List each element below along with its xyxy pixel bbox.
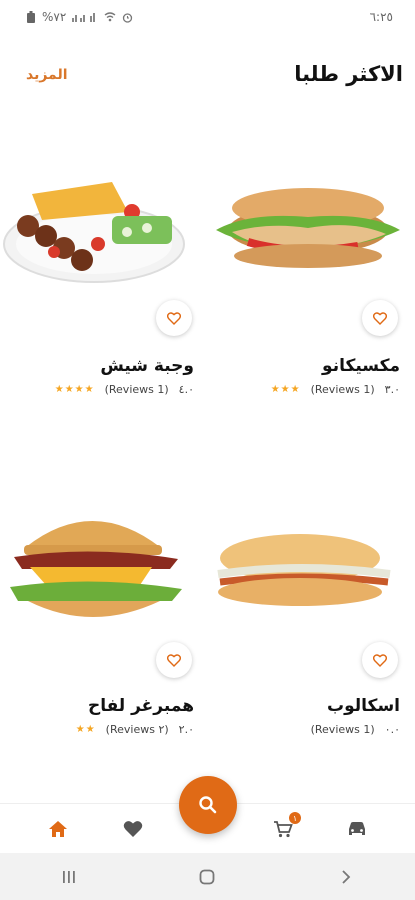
product-rating: ٠.٠ (1 Reviews) (301, 723, 400, 736)
chevron-right-icon (342, 869, 351, 884)
status-time: ٦:٢٥ (369, 10, 393, 24)
escalope-sandwich-image (217, 534, 391, 606)
star-rating: ★★ (75, 724, 96, 735)
section-title: الاكثر طلبا (294, 62, 403, 86)
sandwich-image (216, 188, 400, 268)
shish-platter-image (3, 182, 185, 283)
product-rating: ٤.٠ (1 Reviews) ★★★★ (55, 383, 194, 396)
wifi-icon (104, 12, 116, 22)
product-card[interactable]: همبرغر لفاح ٢.٠ (٢ Reviews) ★★ (2, 500, 202, 746)
search-icon (199, 796, 217, 814)
product-name: همبرغر لفاح (87, 696, 194, 716)
see-more-link[interactable]: المزيد (26, 67, 68, 83)
cart-badge: ١ (289, 812, 301, 824)
status-bar: %٧٢ ٦:٢٥ (0, 0, 415, 34)
review-count: (1 Reviews) (310, 383, 375, 396)
recent-apps-button[interactable] (49, 862, 89, 892)
review-count: (1 Reviews) (310, 723, 375, 736)
product-name: اسكالوب (327, 696, 400, 716)
favorite-button[interactable] (156, 642, 192, 678)
battery-percent: %٧٢ (42, 10, 67, 24)
nav-favorites[interactable] (121, 817, 145, 841)
product-name: وجبة شيش (100, 356, 194, 376)
section-header: الاكثر طلبا المزيد (0, 62, 415, 92)
review-count: (1 Reviews) (104, 383, 169, 396)
car-icon (349, 822, 365, 835)
rating-value: ٢.٠ (178, 723, 194, 736)
favorite-button[interactable] (362, 300, 398, 336)
search-button[interactable] (179, 776, 237, 834)
star-rating: ★★★★ (54, 384, 95, 395)
heart-icon (123, 821, 143, 837)
review-count: (٢ Reviews) (105, 723, 169, 736)
recent-apps-icon (63, 870, 75, 883)
product-card[interactable]: اسكالوب ٠.٠ (1 Reviews) (208, 516, 408, 746)
product-name: مكسيكانو (322, 356, 400, 376)
heart-outline-icon (373, 653, 387, 667)
signal-icon (72, 13, 96, 22)
heart-outline-icon (373, 311, 387, 325)
favorite-button[interactable] (156, 300, 192, 336)
rating-value: ٠.٠ (384, 723, 400, 736)
battery-icon (27, 11, 35, 23)
product-card[interactable]: مكسيكانو ٣.٠ (1 Reviews) ★★★ (208, 172, 408, 402)
status-icons: %٧٢ (26, 10, 133, 24)
favorite-button[interactable] (362, 642, 398, 678)
system-nav-bar (0, 853, 415, 900)
alarm-icon (123, 12, 133, 23)
burger-image (10, 521, 182, 617)
star-rating: ★★★ (270, 384, 301, 395)
home-system-button[interactable] (187, 862, 227, 892)
nav-home[interactable] (46, 817, 70, 841)
home-square-icon (200, 869, 215, 884)
rating-value: ٤.٠ (178, 383, 194, 396)
nav-cart[interactable]: ١ (271, 812, 301, 841)
rating-value: ٣.٠ (384, 383, 400, 396)
cart-icon (274, 821, 293, 838)
nav-delivery[interactable] (345, 817, 369, 841)
product-card[interactable]: وجبة شيش ٤.٠ (1 Reviews) ★★★★ (2, 172, 202, 402)
heart-outline-icon (167, 311, 181, 325)
back-button[interactable] (326, 862, 366, 892)
heart-outline-icon (167, 653, 181, 667)
product-rating: ٢.٠ (٢ Reviews) ★★ (76, 723, 194, 736)
home-icon (49, 821, 67, 837)
product-rating: ٣.٠ (1 Reviews) ★★★ (271, 383, 400, 396)
